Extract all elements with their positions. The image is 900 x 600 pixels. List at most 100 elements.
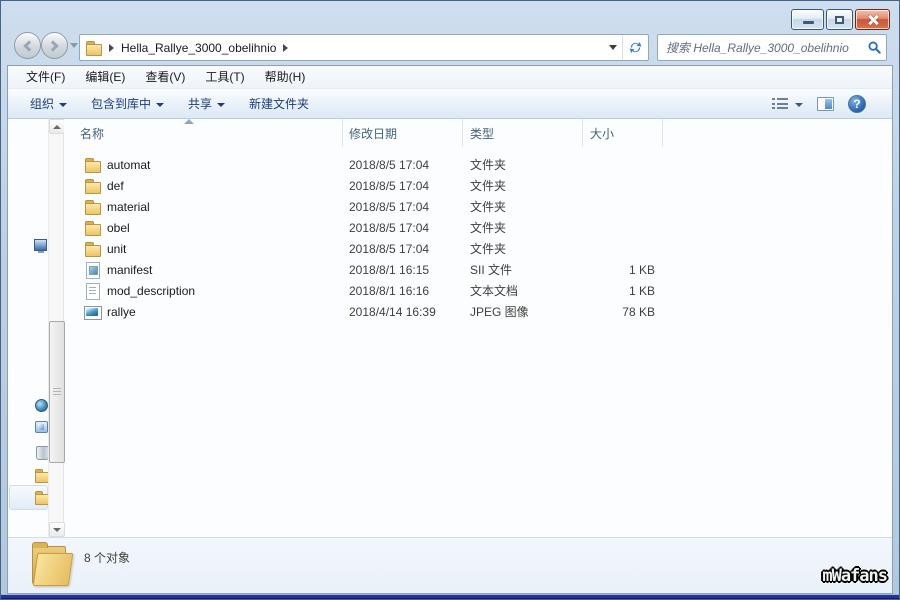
file-name: automat	[107, 157, 151, 172]
arrow-up-icon	[53, 124, 61, 129]
scroll-down-button[interactable]	[49, 522, 65, 537]
file-row[interactable]: rallye 2018/4/14 16:39 JPEG 图像 78 KB	[64, 301, 892, 322]
file-name: manifest	[107, 262, 153, 277]
sort-ascending-icon	[184, 119, 194, 124]
file-size: 1 KB	[628, 283, 655, 298]
file-browser-main: 名称 修改日期 类型 大小 automat 2018/8/5 17:04 文件夹…	[8, 119, 892, 537]
details-pane: 8 个对象 mWafans	[8, 537, 892, 593]
file-row[interactable]: mod_description 2018/8/1 16:16 文本文档 1 KB	[64, 280, 892, 301]
include-in-library-button[interactable]: 包含到库中	[79, 92, 176, 116]
file-date-modified: 2018/8/5 17:04	[349, 178, 430, 193]
refresh-icon	[629, 41, 642, 54]
network-icon[interactable]	[35, 399, 48, 412]
forward-button[interactable]	[41, 32, 68, 59]
image-file-icon	[84, 304, 102, 320]
organize-button[interactable]: 组织	[18, 92, 79, 116]
menu-tools[interactable]: 工具(T)	[195, 66, 254, 88]
control-panel-icon[interactable]	[35, 421, 48, 433]
file-date-modified: 2018/8/5 17:04	[349, 220, 430, 235]
folder-icon	[84, 220, 101, 236]
menu-bar: 文件(F) 编辑(E) 查看(V) 工具(T) 帮助(H)	[8, 66, 892, 89]
column-header-name[interactable]: 名称	[64, 119, 343, 147]
forward-icon	[46, 39, 59, 52]
breadcrumb-folder[interactable]: Hella_Rallye_3000_obelihnio	[121, 41, 276, 55]
minimize-button[interactable]	[791, 9, 824, 30]
file-row[interactable]: def 2018/8/5 17:04 文件夹	[64, 175, 892, 196]
file-row[interactable]: manifest 2018/8/1 16:15 SII 文件 1 KB	[64, 259, 892, 280]
menu-help[interactable]: 帮助(H)	[255, 66, 316, 88]
share-button[interactable]: 共享	[176, 92, 237, 116]
menu-view[interactable]: 查看(V)	[135, 66, 195, 88]
change-view-button[interactable]	[772, 97, 803, 110]
file-date-modified: 2018/4/14 16:39	[349, 304, 436, 319]
watermark: mWafans	[822, 566, 888, 586]
close-button[interactable]	[855, 9, 890, 30]
column-header-size[interactable]: 大小	[583, 119, 663, 147]
address-bar[interactable]: Hella_Rallye_3000_obelihnio	[79, 34, 649, 61]
file-list: 名称 修改日期 类型 大小 automat 2018/8/5 17:04 文件夹…	[64, 119, 892, 537]
file-row[interactable]: material 2018/8/5 17:04 文件夹	[64, 196, 892, 217]
computer-icon[interactable]	[34, 239, 47, 253]
file-name: obel	[107, 220, 130, 235]
minimize-icon	[802, 21, 814, 25]
selected-folder-icon	[28, 541, 76, 589]
file-type: 文件夹	[470, 242, 507, 256]
address-dropdown-button[interactable]	[604, 35, 622, 60]
list-view-icon	[772, 97, 788, 110]
search-box	[657, 34, 887, 61]
explorer-window: Hella_Rallye_3000_obelihnio 搜索 Hella_Ral…	[0, 0, 900, 600]
item-count-label: 8 个对象	[84, 551, 131, 565]
file-size: 78 KB	[622, 304, 655, 319]
search-icon	[867, 41, 881, 54]
file-name: mod_description	[107, 283, 196, 298]
file-type: 文件夹	[470, 200, 507, 214]
text-file-icon	[84, 283, 101, 300]
file-type: 文本文档	[470, 284, 519, 298]
file-name: rallye	[107, 304, 136, 319]
file-row[interactable]: automat 2018/8/5 17:04 文件夹	[64, 154, 892, 175]
menu-edit[interactable]: 编辑(E)	[75, 66, 135, 88]
file-type: 文件夹	[470, 179, 507, 193]
menu-file[interactable]: 文件(F)	[16, 66, 75, 88]
close-icon	[867, 14, 879, 26]
sidebar-scrollbar[interactable]	[48, 119, 65, 537]
chevron-down-icon	[59, 102, 68, 107]
help-button[interactable]	[848, 94, 866, 113]
column-header-type[interactable]: 类型	[463, 119, 583, 147]
back-button[interactable]	[14, 32, 41, 59]
new-folder-button[interactable]: 新建文件夹	[237, 92, 321, 116]
file-size: 1 KB	[628, 262, 655, 277]
file-rows: automat 2018/8/5 17:04 文件夹 def 2018/8/5 …	[64, 147, 892, 322]
file-date-modified: 2018/8/5 17:04	[349, 199, 430, 214]
file-row[interactable]: unit 2018/8/5 17:04 文件夹	[64, 238, 892, 259]
search-button[interactable]	[862, 41, 886, 54]
file-name: unit	[107, 241, 127, 256]
file-name: def	[107, 178, 124, 193]
restore-button[interactable]	[826, 9, 853, 30]
file-date-modified: 2018/8/1 16:16	[349, 283, 430, 298]
file-date-modified: 2018/8/5 17:04	[349, 157, 430, 172]
chevron-down-icon	[609, 45, 617, 50]
folder-icon	[84, 199, 101, 215]
folder-icon	[84, 241, 101, 257]
file-type: SII 文件	[470, 263, 513, 277]
folder-icon	[84, 157, 101, 173]
file-name: material	[107, 199, 150, 214]
restore-icon	[834, 15, 844, 24]
back-icon	[22, 39, 35, 52]
breadcrumb-arrow-icon[interactable]	[109, 43, 114, 52]
file-row[interactable]: obel 2018/8/5 17:04 文件夹	[64, 217, 892, 238]
arrow-down-icon	[53, 527, 61, 532]
scroll-up-button[interactable]	[49, 119, 65, 134]
client-area: 文件(F) 编辑(E) 查看(V) 工具(T) 帮助(H) 组织 包含到库中 共…	[7, 65, 893, 594]
breadcrumb-arrow-icon[interactable]	[283, 43, 289, 52]
file-type: JPEG 图像	[470, 305, 529, 319]
scrollbar-thumb[interactable]	[49, 321, 65, 463]
preview-pane-button[interactable]	[817, 96, 834, 111]
search-input[interactable]	[658, 35, 862, 60]
column-header-date[interactable]: 修改日期	[343, 119, 463, 147]
folder-icon[interactable]	[35, 469, 50, 483]
refresh-button[interactable]	[622, 35, 648, 60]
folder-icon[interactable]	[35, 491, 50, 505]
history-dropdown-icon[interactable]	[70, 43, 78, 48]
